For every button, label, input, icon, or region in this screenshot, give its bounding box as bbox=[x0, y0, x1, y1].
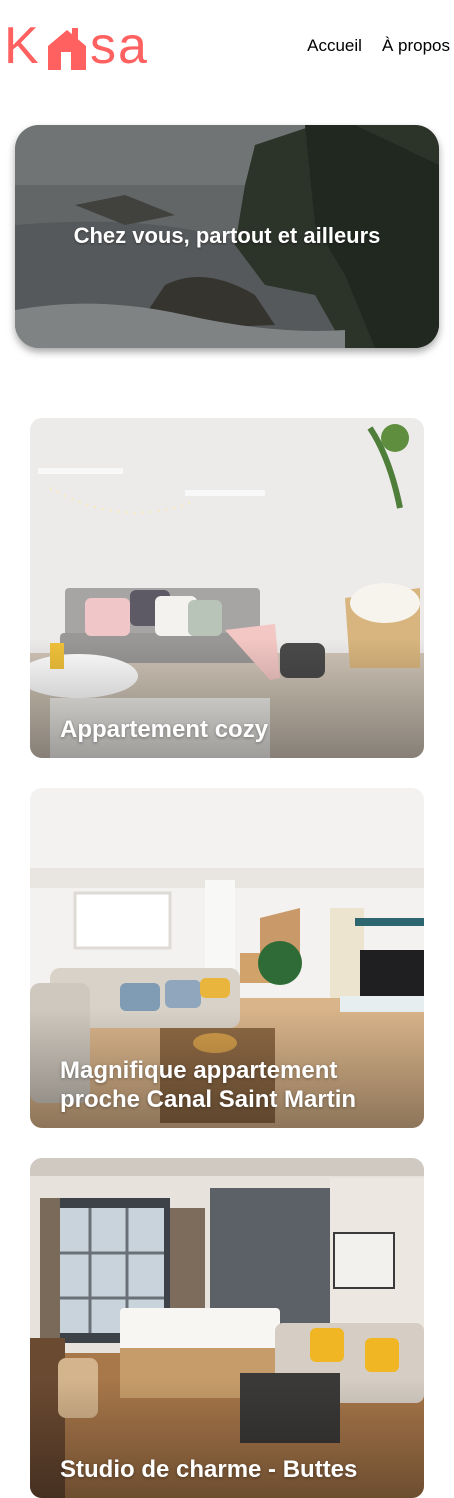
nav-link-accueil[interactable]: Accueil bbox=[307, 36, 362, 56]
kasa-logo[interactable]: K sa bbox=[4, 18, 164, 74]
listing-card[interactable]: Magnifique appartement proche Canal Sain… bbox=[30, 788, 424, 1128]
logo-letter-k: K bbox=[4, 17, 41, 75]
nav-link-a-propos[interactable]: À propos bbox=[382, 36, 450, 56]
main-nav: Accueil À propos bbox=[307, 36, 450, 56]
hero-title: Chez vous, partout et ailleurs bbox=[73, 223, 381, 248]
hero-banner: Chez vous, partout et ailleurs bbox=[15, 125, 439, 348]
listing-card[interactable]: Studio de charme - Buttes bbox=[30, 1158, 424, 1498]
site-header: K sa Accueil À propos bbox=[0, 0, 454, 90]
house-icon bbox=[48, 28, 86, 70]
listing-title: Magnifique appartement proche Canal Sain… bbox=[60, 1057, 357, 1113]
listing-title: Studio de charme - Buttes bbox=[60, 1456, 358, 1483]
listing-title: Appartement cozy bbox=[60, 716, 269, 743]
listing-card[interactable]: Appartement cozy bbox=[30, 418, 424, 758]
logo-letters-sa: sa bbox=[90, 17, 149, 75]
